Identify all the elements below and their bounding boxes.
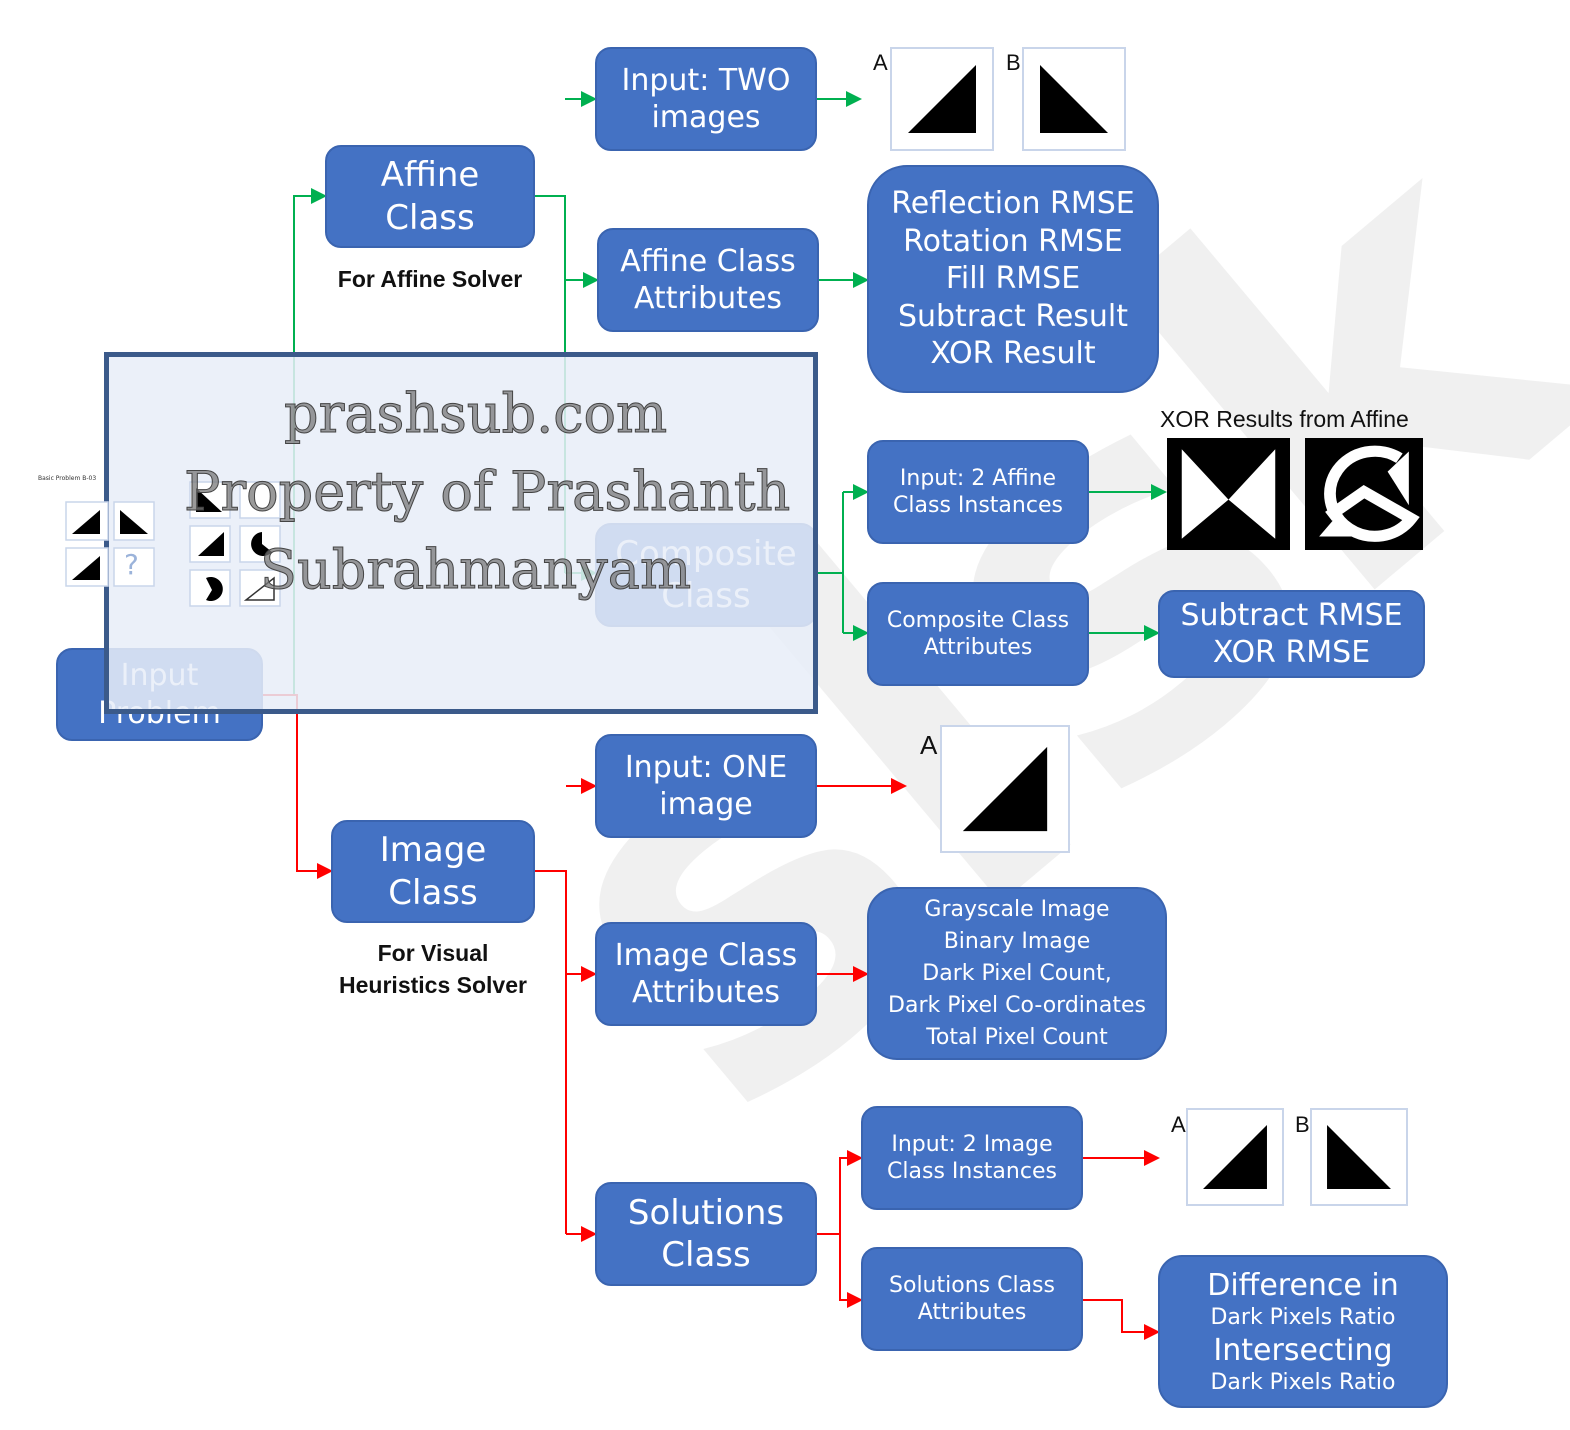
watermark-text: Property of Prashanth — [183, 460, 791, 524]
diagram: slsk.com Affine Class For Affine Solver … — [0, 0, 1570, 1430]
problem-thumbnail — [65, 481, 281, 607]
watermark-text: Subrahmanyam — [259, 538, 692, 602]
watermark-text: prashsub.com — [283, 382, 668, 446]
question-mark: ? — [124, 548, 139, 581]
